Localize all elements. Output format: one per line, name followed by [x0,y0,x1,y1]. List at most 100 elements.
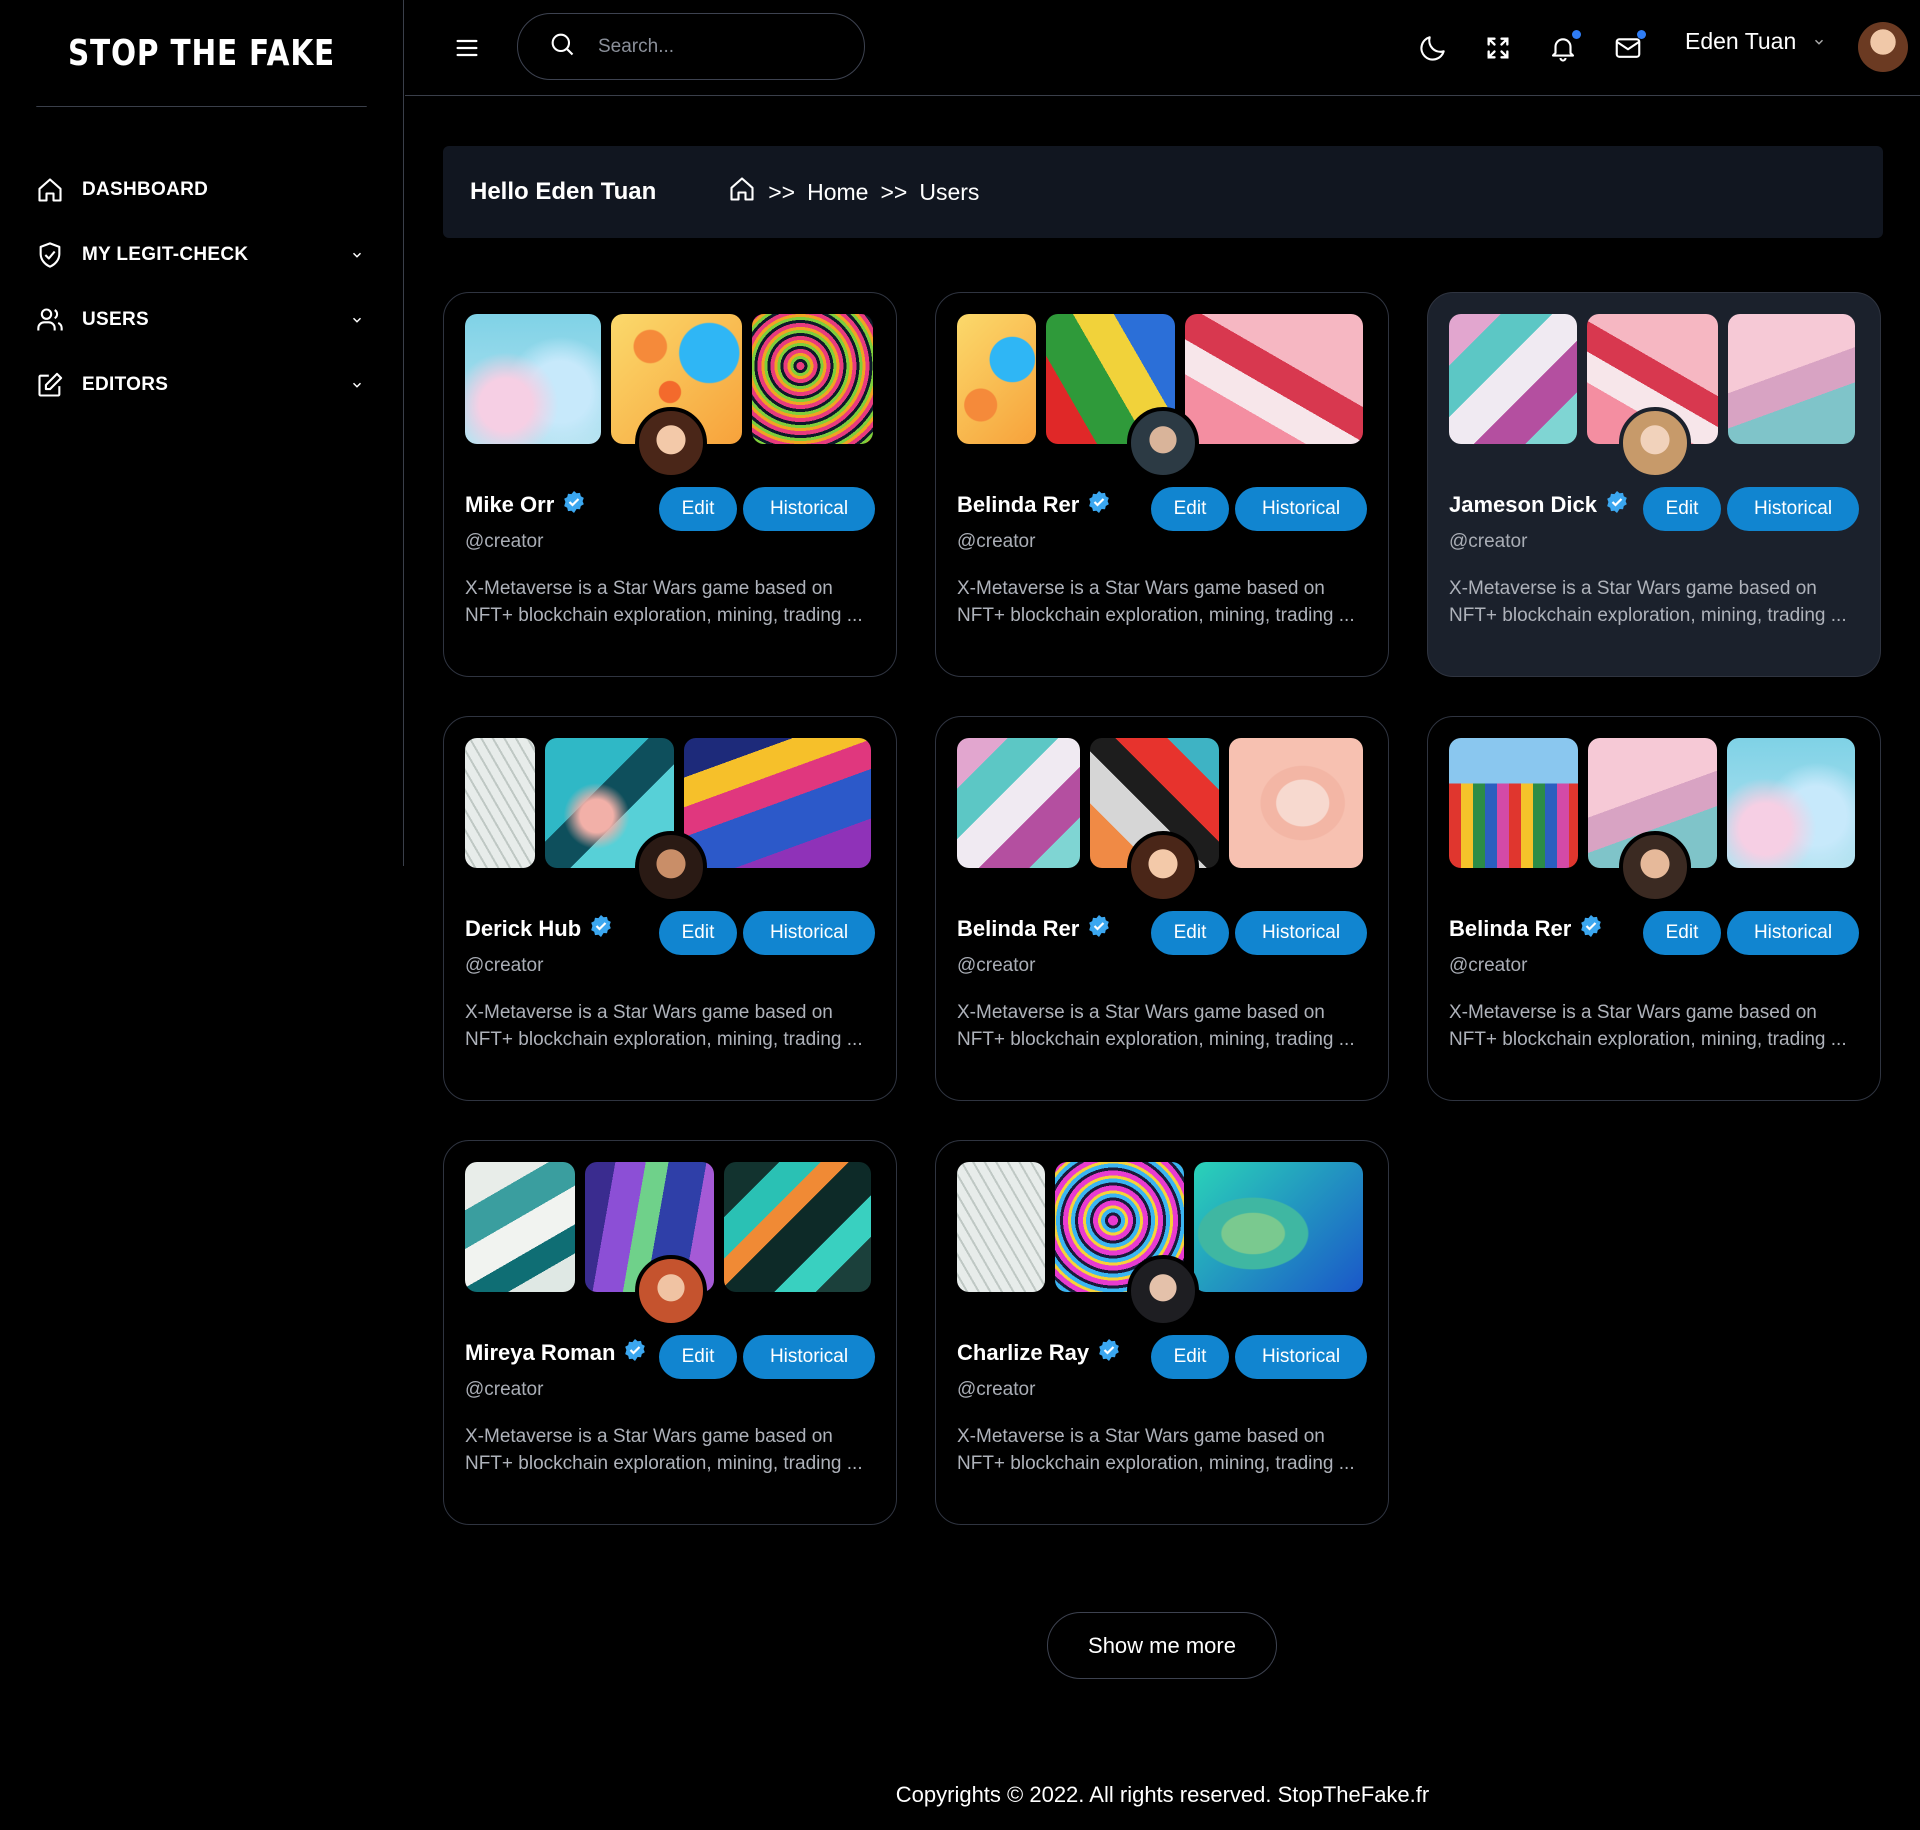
nft-gallery [957,314,1367,479]
historical-button[interactable]: Historical [743,487,875,531]
historical-button[interactable]: Historical [1235,1335,1367,1379]
creator-name-text: Derick Hub [465,916,582,941]
brand-logo[interactable]: STOP THE FAKE [36,0,367,107]
verified-badge-icon [623,1338,647,1368]
edit-button[interactable]: Edit [1643,911,1721,955]
sidebar-item-my-legit-check[interactable]: MY LEGIT-CHECK [0,222,403,287]
creator-avatar[interactable] [1619,831,1691,903]
nft-image[interactable] [465,738,535,868]
nft-image[interactable] [957,314,1036,444]
creator-name[interactable]: Charlize Ray [957,1338,1151,1368]
shield-check-icon [36,241,64,269]
edit-button[interactable]: Edit [659,911,737,955]
search-icon[interactable] [548,30,576,63]
creator-avatar[interactable] [1127,831,1199,903]
nft-gallery [465,1162,875,1327]
sidebar-item-dashboard[interactable]: DASHBOARD [0,157,403,222]
user-card: Charlize Ray @creator Edit Historical X-… [935,1140,1389,1525]
card-info-row: Jameson Dick @creator Edit Historical [1449,487,1859,553]
creator-name[interactable]: Belinda Rer [957,490,1151,520]
historical-button[interactable]: Historical [1727,911,1859,955]
sidebar-item-editors[interactable]: EDITORS [0,352,403,417]
sidebar-nav: DASHBOARD MY LEGIT-CHECK USERS EDITORS [0,107,403,417]
creator-avatar[interactable] [1619,407,1691,479]
nft-image[interactable] [465,1162,575,1292]
chevron-down-icon[interactable] [347,245,367,265]
nft-image[interactable] [1728,314,1855,444]
edit-button[interactable]: Edit [1151,911,1229,955]
creator-name-text: Belinda Rer [957,492,1080,517]
footer-copyright: Copyrights © 2022. All rights reserved. … [895,1782,1430,1807]
chevron-down-icon[interactable] [347,375,367,395]
search-input[interactable] [598,35,818,58]
nft-image[interactable] [1185,314,1363,444]
user-card: Belinda Rer @creator Edit Historical X-M… [935,716,1389,1101]
historical-button[interactable]: Historical [1235,487,1367,531]
nft-image[interactable] [1194,1162,1363,1292]
sidebar-item-label: USERS [82,308,149,330]
edit-button[interactable]: Edit [659,1335,737,1379]
edit-button[interactable]: Edit [659,487,737,531]
creator-handle: @creator [957,531,1036,552]
card-info-row: Derick Hub @creator Edit Historical [465,911,875,977]
historical-button[interactable]: Historical [1727,487,1859,531]
creator-name[interactable]: Derick Hub [465,914,659,944]
user-card: Jameson Dick @creator Edit Historical X-… [1427,292,1881,677]
creator-avatar[interactable] [635,831,707,903]
card-description: X-Metaverse is a Star Wars game based on… [1449,1002,1847,1050]
card-description: X-Metaverse is a Star Wars game based on… [1449,578,1847,626]
nft-image[interactable] [752,314,873,444]
chevron-down-icon[interactable] [347,310,367,330]
creator-handle: @creator [957,1379,1036,1400]
edit-icon [36,371,64,399]
nft-image[interactable] [465,314,601,444]
nft-image[interactable] [1229,738,1363,868]
edit-button[interactable]: Edit [1151,1335,1229,1379]
creator-name[interactable]: Jameson Dick [1449,490,1643,520]
nft-image[interactable] [957,738,1080,868]
verified-badge-icon [1087,490,1111,520]
creator-info: Mike Orr @creator [465,490,659,553]
nft-image[interactable] [1449,314,1577,444]
breadcrumb-home[interactable]: Home [807,179,868,206]
hamburger-menu-icon[interactable] [453,34,481,62]
home-icon[interactable] [728,175,756,209]
card-description: X-Metaverse is a Star Wars game based on… [465,1002,863,1050]
verified-badge-icon [1097,1338,1121,1368]
edit-button[interactable]: Edit [1151,487,1229,531]
nft-image[interactable] [1727,738,1855,868]
user-avatar[interactable] [1858,22,1908,72]
moon-icon[interactable] [1417,32,1449,64]
nft-image[interactable] [684,738,871,868]
user-menu[interactable]: Eden Tuan [1685,28,1826,55]
bell-icon[interactable] [1547,30,1581,64]
verified-badge-icon [562,490,586,520]
creator-avatar[interactable] [1127,407,1199,479]
historical-button[interactable]: Historical [743,911,875,955]
show-more-button[interactable]: Show me more [1047,1612,1277,1679]
creator-avatar[interactable] [1127,1255,1199,1327]
creator-name[interactable]: Mike Orr [465,490,659,520]
fullscreen-icon[interactable] [1482,32,1514,64]
page-header-banner: Hello Eden Tuan >> Home >> Users [443,146,1883,238]
creator-name-text: Mireya Roman [465,1340,616,1365]
creator-handle: @creator [465,1379,544,1400]
nft-image[interactable] [957,1162,1045,1292]
creator-handle: @creator [1449,531,1528,552]
historical-button[interactable]: Historical [1235,911,1367,955]
mail-icon[interactable] [1612,30,1646,64]
nft-image[interactable] [724,1162,871,1292]
card-description: X-Metaverse is a Star Wars game based on… [957,1002,1355,1050]
creator-avatar[interactable] [635,407,707,479]
creator-name[interactable]: Belinda Rer [957,914,1151,944]
top-bar: Eden Tuan [405,0,1920,96]
sidebar-item-users[interactable]: USERS [0,287,403,352]
creator-name[interactable]: Belinda Rer [1449,914,1643,944]
historical-button[interactable]: Historical [743,1335,875,1379]
creator-avatar[interactable] [635,1255,707,1327]
creator-info: Derick Hub @creator [465,914,659,977]
nft-image[interactable] [1449,738,1578,868]
creator-name[interactable]: Mireya Roman [465,1338,659,1368]
edit-button[interactable]: Edit [1643,487,1721,531]
card-description: X-Metaverse is a Star Wars game based on… [957,578,1355,626]
